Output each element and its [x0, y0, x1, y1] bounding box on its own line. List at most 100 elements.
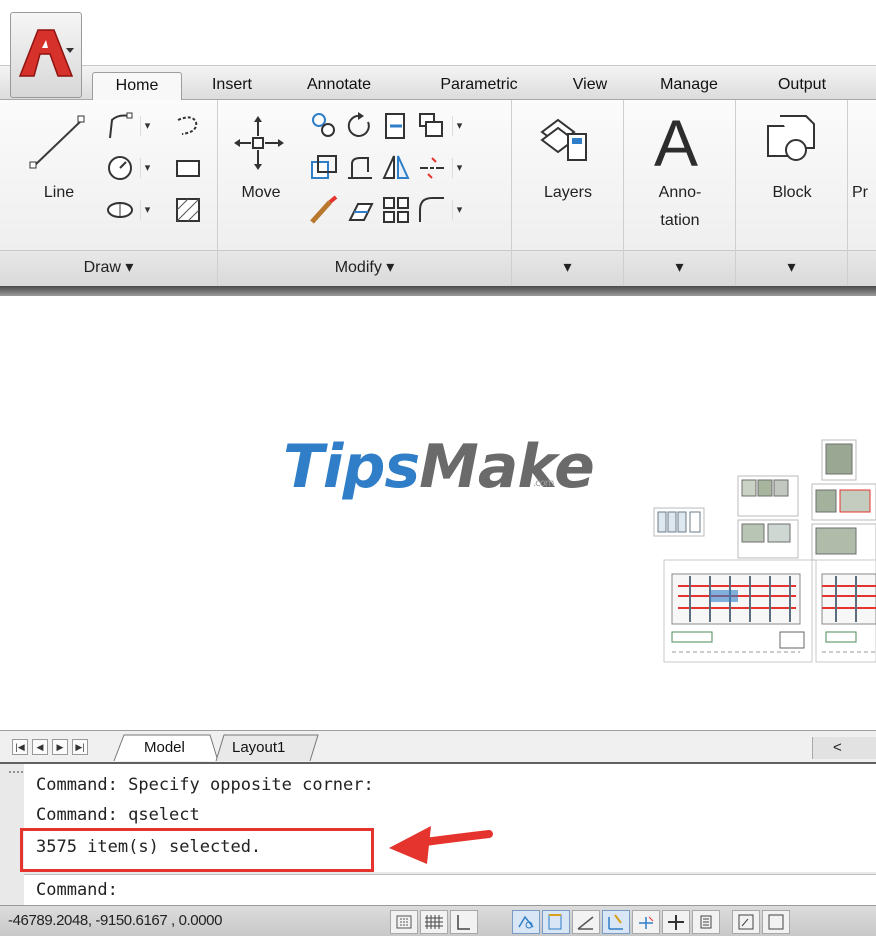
tab-home[interactable]: Home: [92, 72, 182, 100]
block-icon: [767, 115, 815, 161]
tab-view[interactable]: View: [560, 72, 620, 100]
ellipse-icon: [107, 202, 133, 218]
properties-label: Pr: [852, 184, 868, 201]
fillet-corner-icon: [419, 197, 444, 222]
rotate-tool[interactable]: [344, 110, 376, 142]
lineweight-toggle[interactable]: [692, 910, 720, 934]
explode-dropdown[interactable]: ▾: [452, 158, 466, 178]
scroll-left-button[interactable]: <: [833, 737, 842, 759]
array-tool[interactable]: [380, 194, 412, 226]
rectangle-tool[interactable]: [172, 152, 204, 184]
previous-layout-button[interactable]: ◀: [32, 739, 48, 755]
first-layout-button[interactable]: |◀: [12, 739, 28, 755]
layers-panel[interactable]: Layers ▾: [512, 100, 624, 286]
ortho-mode-toggle[interactable]: [512, 910, 540, 934]
tab-annotate[interactable]: Annotate: [284, 72, 394, 100]
ribbon-separator: [0, 286, 876, 296]
spline-tool[interactable]: [172, 110, 204, 142]
layout-tab-bar: |◀ ◀ ▶ ▶| Model Layout1 <: [0, 730, 876, 762]
watermark-part-2: Make: [419, 432, 595, 502]
array-stack-tool[interactable]: [416, 110, 448, 142]
object-snap-toggle[interactable]: [572, 910, 600, 934]
fillet-icon: [348, 157, 372, 179]
modify-panel: Move ▾ ▾ ▾ Modify ▾: [218, 100, 512, 286]
drawing-canvas[interactable]: TipsMake .com: [0, 296, 876, 730]
title-bar: [0, 0, 876, 66]
snap-icon: [425, 915, 443, 929]
tab-manage[interactable]: Manage: [640, 72, 738, 100]
erase-tool[interactable]: [308, 194, 340, 226]
draw-panel: Line ▾ ▾ ▾ Draw ▾: [0, 100, 218, 286]
properties-panel-footer: [848, 250, 876, 286]
circle-tool[interactable]: [104, 152, 136, 184]
tab-model[interactable]: Model: [144, 735, 185, 761]
layers-label: Layers: [543, 184, 593, 201]
tab-output[interactable]: Output: [752, 72, 852, 100]
draw-panel-title[interactable]: Draw ▾: [0, 250, 217, 286]
quick-properties-toggle[interactable]: [732, 910, 760, 934]
hatch-tool[interactable]: [172, 194, 204, 226]
explode-tool[interactable]: [416, 152, 448, 184]
ellipse-dropdown[interactable]: ▾: [140, 200, 154, 220]
stretch-tool[interactable]: [308, 152, 340, 184]
copy-icon: [312, 113, 335, 137]
command-input[interactable]: Command:: [24, 874, 876, 905]
array-stack-icon: [419, 113, 443, 137]
drawing-sheet-elevations: [663, 559, 876, 663]
tab-insert[interactable]: Insert: [197, 72, 267, 100]
infer-constraints-toggle[interactable]: [390, 910, 418, 934]
coordinate-readout[interactable]: -46789.2048, -9150.6167 , 0.0000: [8, 912, 222, 929]
tab-parametric[interactable]: Parametric: [420, 72, 538, 100]
quick-properties-icon: [738, 914, 754, 930]
next-layout-button[interactable]: ▶: [52, 739, 68, 755]
polar-icon: [548, 914, 562, 930]
trim-tool[interactable]: [380, 110, 412, 142]
circle-dropdown[interactable]: ▾: [140, 158, 154, 178]
annotation-panel-expander[interactable]: ▾: [624, 250, 735, 286]
fillet-dropdown[interactable]: ▾: [452, 200, 466, 220]
model-layout-icon: [768, 914, 784, 930]
block-panel[interactable]: Block ▾: [736, 100, 848, 286]
dynamic-input-toggle[interactable]: [662, 910, 690, 934]
fillet-tool[interactable]: [416, 194, 448, 226]
polyline-tool[interactable]: [104, 110, 136, 142]
horizontal-scrollbar[interactable]: <: [812, 737, 876, 759]
model-layout-toggle[interactable]: [762, 910, 790, 934]
mirror-tool[interactable]: [380, 152, 412, 184]
layers-panel-expander[interactable]: ▾: [512, 250, 623, 286]
line-tool-button[interactable]: [22, 112, 92, 172]
selection-count-highlight: [20, 828, 374, 872]
annotation-panel[interactable]: A Anno- tation ▾: [624, 100, 736, 286]
dynamic-ucs-toggle[interactable]: [632, 910, 660, 934]
command-prompt: Command:: [36, 880, 118, 900]
infer-icon: [396, 915, 412, 929]
mirror-copy-tool[interactable]: [344, 152, 376, 184]
layers-icon: [540, 118, 587, 161]
line-label: Line: [43, 184, 75, 201]
modify-panel-title[interactable]: Modify ▾: [218, 250, 511, 286]
snap-mode-toggle[interactable]: [420, 910, 448, 934]
command-history-line-1: Command: Specify opposite corner:: [36, 775, 374, 795]
polyline-dropdown[interactable]: ▾: [140, 116, 154, 136]
watermark-suffix: .com: [533, 478, 555, 489]
application-menu-button[interactable]: [10, 12, 82, 98]
tab-layout1[interactable]: Layout1: [232, 735, 285, 761]
move-label: Move: [241, 184, 281, 201]
copy-tool[interactable]: [308, 110, 340, 142]
block-panel-expander[interactable]: ▾: [736, 250, 847, 286]
move-tool-button[interactable]: [232, 114, 286, 172]
move-icon: [234, 116, 284, 170]
drawing-sheet-small: [653, 507, 705, 537]
grid-display-toggle[interactable]: [450, 910, 478, 934]
object-snap-tracking-toggle[interactable]: [602, 910, 630, 934]
mirror-icon: [382, 155, 410, 179]
last-layout-button[interactable]: ▶|: [72, 739, 88, 755]
stack-dropdown[interactable]: ▾: [452, 116, 466, 136]
properties-panel[interactable]: Pr: [848, 100, 876, 286]
scale-tool[interactable]: [344, 194, 376, 226]
grid-icon: [457, 915, 470, 930]
ellipse-tool[interactable]: [104, 194, 136, 226]
ortho-icon: [518, 915, 534, 929]
drawing-thumbnails: [653, 439, 876, 663]
polar-tracking-toggle[interactable]: [542, 910, 570, 934]
